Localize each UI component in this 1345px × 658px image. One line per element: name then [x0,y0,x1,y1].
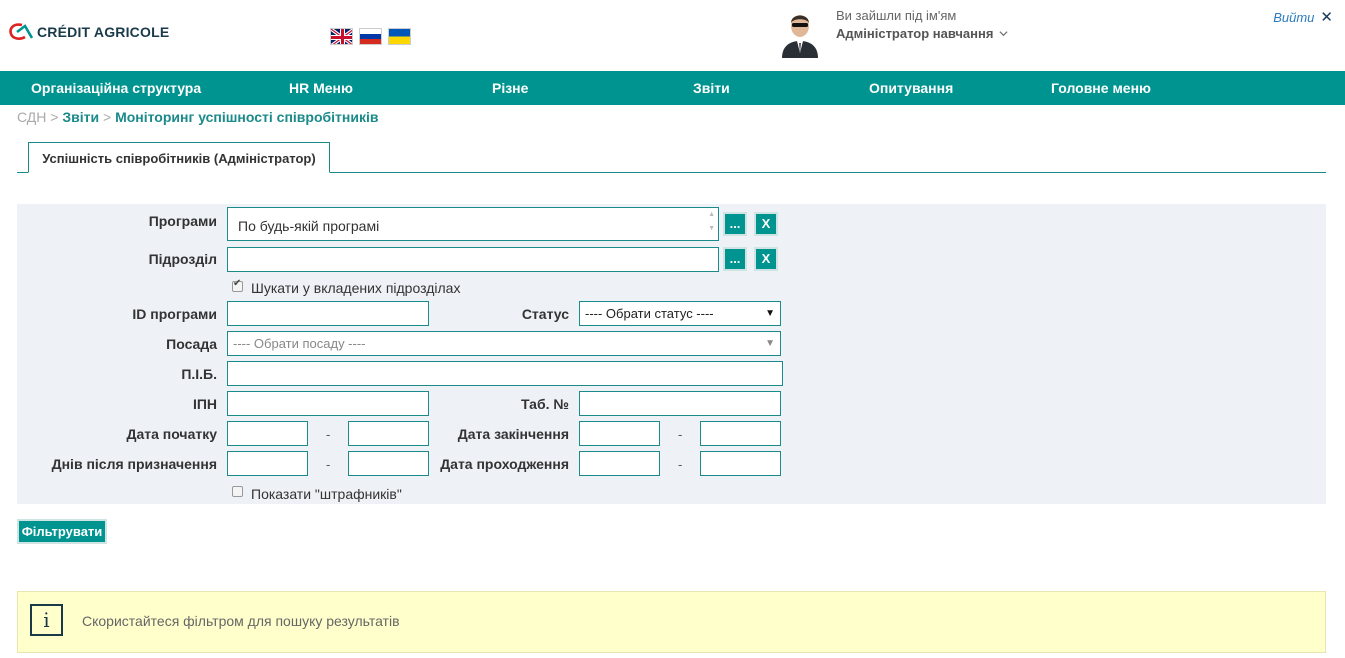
nav-item-hr-menu[interactable]: HR Меню [289,71,353,105]
user-name: Адміністратор навчання [836,26,994,41]
info-icon: i [30,604,63,636]
days-after-from-input[interactable] [227,451,308,476]
uk-flag-icon[interactable] [330,28,353,45]
start-date-from-input[interactable] [227,421,308,446]
avatar [782,15,818,58]
status-value: ---- Обрати статус ---- [585,306,714,321]
pass-date-from-input[interactable] [579,451,660,476]
program-id-input[interactable] [227,301,429,326]
close-icon[interactable]: ✕ [1320,8,1333,26]
scroll-up-icon: ▲ [708,211,715,218]
user-greeting: Ви зайшли під ім'ям [836,8,957,23]
name-label: П.І.Б. [181,366,217,382]
start-date-label: Дата початку [126,426,217,442]
programs-field[interactable]: По будь-якій програмі ▲ ▼ [227,207,719,241]
programs-value: По будь-якій програмі [238,218,380,234]
nav-item-surveys[interactable]: Опитування [869,71,953,105]
pass-date-to-input[interactable] [700,451,781,476]
penalty-label: Показати "штрафників" [251,486,402,502]
ru-flag-icon[interactable] [359,28,382,45]
pass-date-label: Дата проходження [440,456,569,472]
penalty-checkbox[interactable] [232,486,243,497]
ua-flag-icon[interactable] [388,28,411,45]
user-info: Ви зайшли під ім'ям Адміністратор навчан… [836,8,1009,41]
search-nested-label: Шукати у вкладених підрозділах [251,280,461,296]
filter-button[interactable]: Фільтрувати [17,519,107,544]
breadcrumb-root[interactable]: СДН [17,109,46,125]
division-browse-button[interactable]: ... [723,247,747,271]
tab-no-label: Таб. № [520,396,569,412]
scroll-down-icon: ▼ [708,225,715,232]
language-switcher [330,28,411,45]
programs-clear-button[interactable]: X [754,212,778,236]
end-date-from-input[interactable] [579,421,660,446]
status-select[interactable]: ---- Обрати статус ---- ▼ [579,301,781,326]
breadcrumb-current[interactable]: Моніторинг успішності співробітників [115,109,378,125]
days-after-label: Днів після призначення [51,456,217,472]
ipn-label: ІПН [192,396,217,412]
logout: Вийти ✕ [1273,8,1333,26]
position-value: ---- Обрати посаду ---- [233,336,366,351]
ipn-input[interactable] [227,391,429,416]
dropdown-arrow-icon: ▼ [765,338,775,349]
breadcrumb-reports[interactable]: Звіти [62,109,99,125]
nav-item-reports[interactable]: Звіти [693,71,730,105]
info-message: i Скористайтеся фільтром для пошуку резу… [17,591,1326,653]
status-label: Статус [521,306,569,322]
main-nav: Організаційна структура HR Меню Різне Зв… [0,71,1345,105]
division-field[interactable] [227,247,719,272]
user-menu[interactable]: Адміністратор навчання [836,26,1009,41]
division-label: Підрозділ [148,251,217,267]
start-date-to-input[interactable] [348,421,429,446]
tab-no-input[interactable] [579,391,781,416]
info-text: Скористайтеся фільтром для пошуку резуль… [82,613,400,629]
tab-employee-performance[interactable]: Успішність співробітників (Адміністратор… [28,142,330,173]
chevron-down-icon [999,31,1009,37]
nav-item-org-structure[interactable]: Організаційна структура [31,71,201,105]
position-select[interactable]: ---- Обрати посаду ---- ▼ [227,331,781,356]
breadcrumb: СДН > Звіти > Моніторинг успішності спів… [17,109,379,125]
end-date-label: Дата закінчення [457,426,569,442]
search-nested-checkbox[interactable] [232,278,243,292]
nav-item-misc[interactable]: Різне [492,71,528,105]
program-id-label: ID програми [132,306,217,322]
programs-browse-button[interactable]: ... [723,212,747,236]
dropdown-arrow-icon: ▼ [765,308,775,319]
programs-scrollbar[interactable]: ▲ ▼ [708,211,715,233]
credit-agricole-logo-icon [9,23,34,40]
name-input[interactable] [227,361,783,386]
brand-logo[interactable]: CRÉDIT AGRICOLE [8,22,169,42]
days-after-to-input[interactable] [348,451,429,476]
division-clear-button[interactable]: X [754,247,778,271]
nav-item-main-menu[interactable]: Головне меню [1051,71,1151,105]
header: CRÉDIT AGRICOLE Ви зайшли під ім'ям Адмі… [0,0,1345,71]
brand-name: CRÉDIT AGRICOLE [37,24,170,40]
position-label: Посада [166,336,217,352]
programs-label: Програми [148,213,217,229]
end-date-to-input[interactable] [700,421,781,446]
logout-link[interactable]: Вийти [1273,10,1314,25]
